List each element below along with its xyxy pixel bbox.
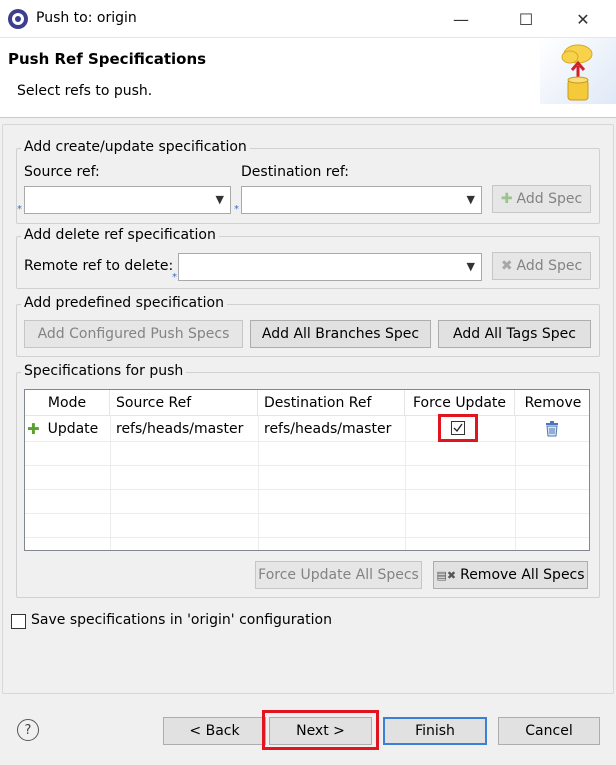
window-title: Push to: origin	[36, 10, 137, 26]
trash-icon	[546, 421, 558, 437]
force-update-all-button[interactable]: Force Update All Specs	[255, 561, 422, 589]
push-cloud-icon	[561, 44, 593, 101]
required-marker: *	[17, 204, 22, 215]
destination-ref-combo[interactable]: ▼	[241, 186, 482, 214]
destination-ref-label: Destination ref:	[241, 164, 349, 180]
force-update-highlight	[438, 414, 478, 442]
specs-legend: Specifications for push	[21, 363, 187, 379]
required-marker: *	[172, 272, 177, 283]
maximize-button[interactable]: ☐	[503, 0, 549, 38]
wizard-header: Push Ref Specifications Select refs to p…	[0, 38, 616, 118]
title-bar: Push to: origin — ☐ ✕	[0, 0, 616, 38]
grid-line	[25, 489, 589, 490]
remote-ref-label: Remote ref to delete:	[24, 258, 174, 274]
required-marker: *	[234, 204, 239, 215]
add-spec-button[interactable]: ✚ Add Spec	[492, 185, 591, 213]
grid-line	[25, 465, 589, 466]
grid-line	[258, 416, 259, 550]
add-all-branches-button[interactable]: Add All Branches Spec	[250, 320, 431, 348]
chevron-down-icon: ▼	[466, 193, 475, 206]
table-row[interactable]: ✚ Update	[27, 417, 110, 441]
add-icon: ✚	[27, 420, 40, 438]
grid-line	[515, 416, 516, 550]
chevron-down-icon: ▼	[215, 193, 224, 206]
column-header-destination[interactable]: Destination Ref	[258, 390, 405, 416]
source-ref-combo[interactable]: ▼	[24, 186, 231, 214]
row-source-ref[interactable]: refs/heads/master	[116, 417, 256, 441]
remove-all-label: Remove All Specs	[460, 567, 585, 583]
force-update-checkbox[interactable]	[451, 421, 465, 435]
grid-line	[110, 416, 111, 550]
row-destination-ref[interactable]: refs/heads/master	[264, 417, 404, 441]
save-config-checkbox[interactable]	[11, 614, 26, 629]
cancel-button[interactable]: Cancel	[498, 717, 600, 745]
page-subtitle: Select refs to push.	[17, 83, 153, 99]
grid-line	[25, 513, 589, 514]
back-button[interactable]: < Back	[163, 717, 266, 745]
grid-line	[25, 441, 589, 442]
header-banner	[540, 38, 616, 104]
grid-line	[405, 416, 406, 550]
checkmark-icon	[453, 423, 463, 433]
column-header-source[interactable]: Source Ref	[110, 390, 258, 416]
delete-ref-legend: Add delete ref specification	[21, 227, 219, 243]
finish-button[interactable]: Finish	[383, 717, 487, 745]
close-button[interactable]: ✕	[560, 0, 606, 38]
create-update-legend: Add create/update specification	[21, 139, 250, 155]
source-ref-label: Source ref:	[24, 164, 100, 180]
remove-all-specs-button[interactable]: ▤✖ Remove All Specs	[433, 561, 588, 589]
remove-icon: ✖	[500, 258, 513, 274]
save-config-label[interactable]: Save specifications in 'origin' configur…	[31, 612, 332, 628]
remove-row-button[interactable]	[540, 417, 564, 441]
column-header-remove[interactable]: Remove	[515, 390, 589, 416]
help-icon[interactable]: ?	[17, 719, 39, 741]
add-spec-label: Add Spec	[516, 191, 583, 207]
chevron-down-icon: ▼	[466, 260, 475, 273]
remove-all-icon: ▤✖	[436, 568, 457, 582]
add-icon: ✚	[500, 191, 513, 207]
add-delete-spec-button[interactable]: ✖ Add Spec	[492, 252, 591, 280]
column-header-force-update[interactable]: Force Update	[405, 390, 515, 416]
eclipse-app-icon	[8, 9, 28, 29]
add-all-tags-button[interactable]: Add All Tags Spec	[438, 320, 591, 348]
add-spec-label: Add Spec	[516, 258, 583, 274]
row-mode: Update	[47, 421, 99, 437]
minimize-button[interactable]: —	[438, 0, 484, 38]
grid-line	[25, 537, 589, 538]
add-configured-specs-button[interactable]: Add Configured Push Specs	[24, 320, 243, 348]
page-title: Push Ref Specifications	[8, 50, 207, 68]
remote-ref-combo[interactable]: ▼	[178, 253, 482, 281]
predefined-legend: Add predefined specification	[21, 295, 227, 311]
column-header-mode[interactable]: Mode	[25, 390, 110, 416]
specs-table[interactable]: Mode Source Ref Destination Ref Force Up…	[24, 389, 590, 551]
next-button[interactable]: Next >	[269, 717, 372, 745]
